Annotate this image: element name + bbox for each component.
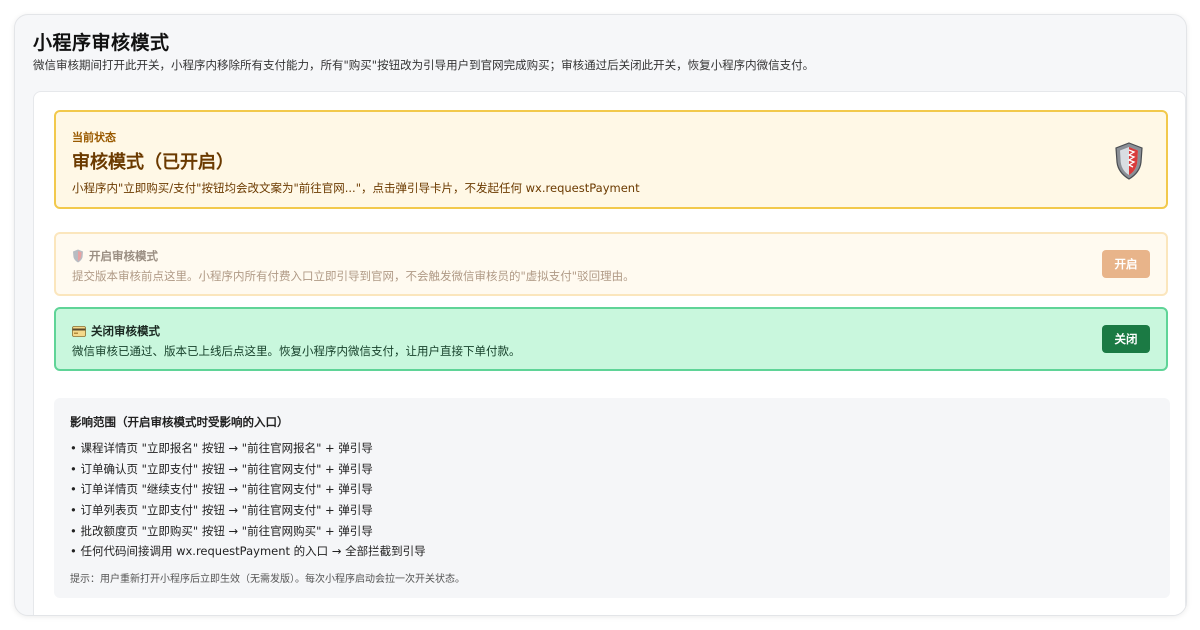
- scope-title: 影响范围（开启审核模式时受影响的入口）: [70, 415, 289, 429]
- shield-icon: [1115, 142, 1143, 180]
- page-title: 小程序审核模式: [33, 32, 170, 54]
- list-item: • 订单列表页 "立即支付" 按钮 → "前往官网支付" + 弹引导: [70, 503, 373, 518]
- close-review-mode-button[interactable]: 关闭: [1102, 325, 1150, 353]
- settings-window: 小程序审核模式 微信审核期间打开此开关，小程序内移除所有支付能力，所有"购买"按…: [14, 14, 1187, 616]
- open-card-description: 提交版本审核前点这里。小程序内所有付费入口立即引导到官网，不会触发微信审核员的"…: [72, 269, 635, 283]
- page-description: 微信审核期间打开此开关，小程序内移除所有支付能力，所有"购买"按钮改为引导用户到…: [33, 58, 815, 72]
- status-description: 小程序内"立即购买/支付"按钮均会改文案为"前往官网..."，点击弹引导卡片，不…: [72, 181, 640, 195]
- status-title: 审核模式（已开启）: [72, 152, 234, 173]
- scope-tip: 提示：用户重新打开小程序后立即生效（无需发版）。每次小程序启动会拉一次开关状态。: [70, 574, 465, 585]
- open-review-mode-card: 开启审核模式 提交版本审核前点这里。小程序内所有付费入口立即引导到官网，不会触发…: [54, 232, 1168, 296]
- status-label: 当前状态: [72, 131, 116, 144]
- open-card-title: 开启审核模式: [89, 249, 158, 263]
- list-item: • 课程详情页 "立即报名" 按钮 → "前往官网报名" + 弹引导: [70, 441, 373, 455]
- shield-icon: [73, 249, 83, 263]
- impact-scope-section: 影响范围（开启审核模式时受影响的入口） • 课程详情页 "立即报名" 按钮 → …: [54, 398, 1170, 598]
- current-status-card: 当前状态 审核模式（已开启） 小程序内"立即购买/支付"按钮均会改文案为"前往官…: [54, 110, 1168, 209]
- open-review-mode-button[interactable]: 开启: [1102, 250, 1150, 278]
- settings-panel: 当前状态 审核模式（已开启） 小程序内"立即购买/支付"按钮均会改文案为"前往官…: [33, 91, 1186, 615]
- close-review-mode-card: 关闭审核模式 微信审核已通过、版本已上线后点这里。恢复小程序内微信支付，让用户直…: [54, 307, 1168, 371]
- list-item: • 订单详情页 "继续支付" 按钮 → "前往官网支付" + 弹引导: [70, 482, 373, 497]
- scope-list: • 课程详情页 "立即报名" 按钮 → "前往官网报名" + 弹引导 • 订单确…: [70, 438, 426, 562]
- list-item: • 任何代码间接调用 wx.requestPayment 的入口 → 全部拦截到…: [70, 544, 426, 559]
- close-card-title: 关闭审核模式: [91, 324, 160, 338]
- credit-card-icon: [72, 325, 86, 337]
- list-item: • 订单确认页 "立即支付" 按钮 → "前往官网支付" + 弹引导: [70, 461, 373, 476]
- list-item: • 批改额度页 "立即购买" 按钮 → "前往官网购买" + 弹引导: [70, 523, 373, 538]
- close-card-description: 微信审核已通过、版本已上线后点这里。恢复小程序内微信支付，让用户直接下单付款。: [72, 344, 521, 358]
